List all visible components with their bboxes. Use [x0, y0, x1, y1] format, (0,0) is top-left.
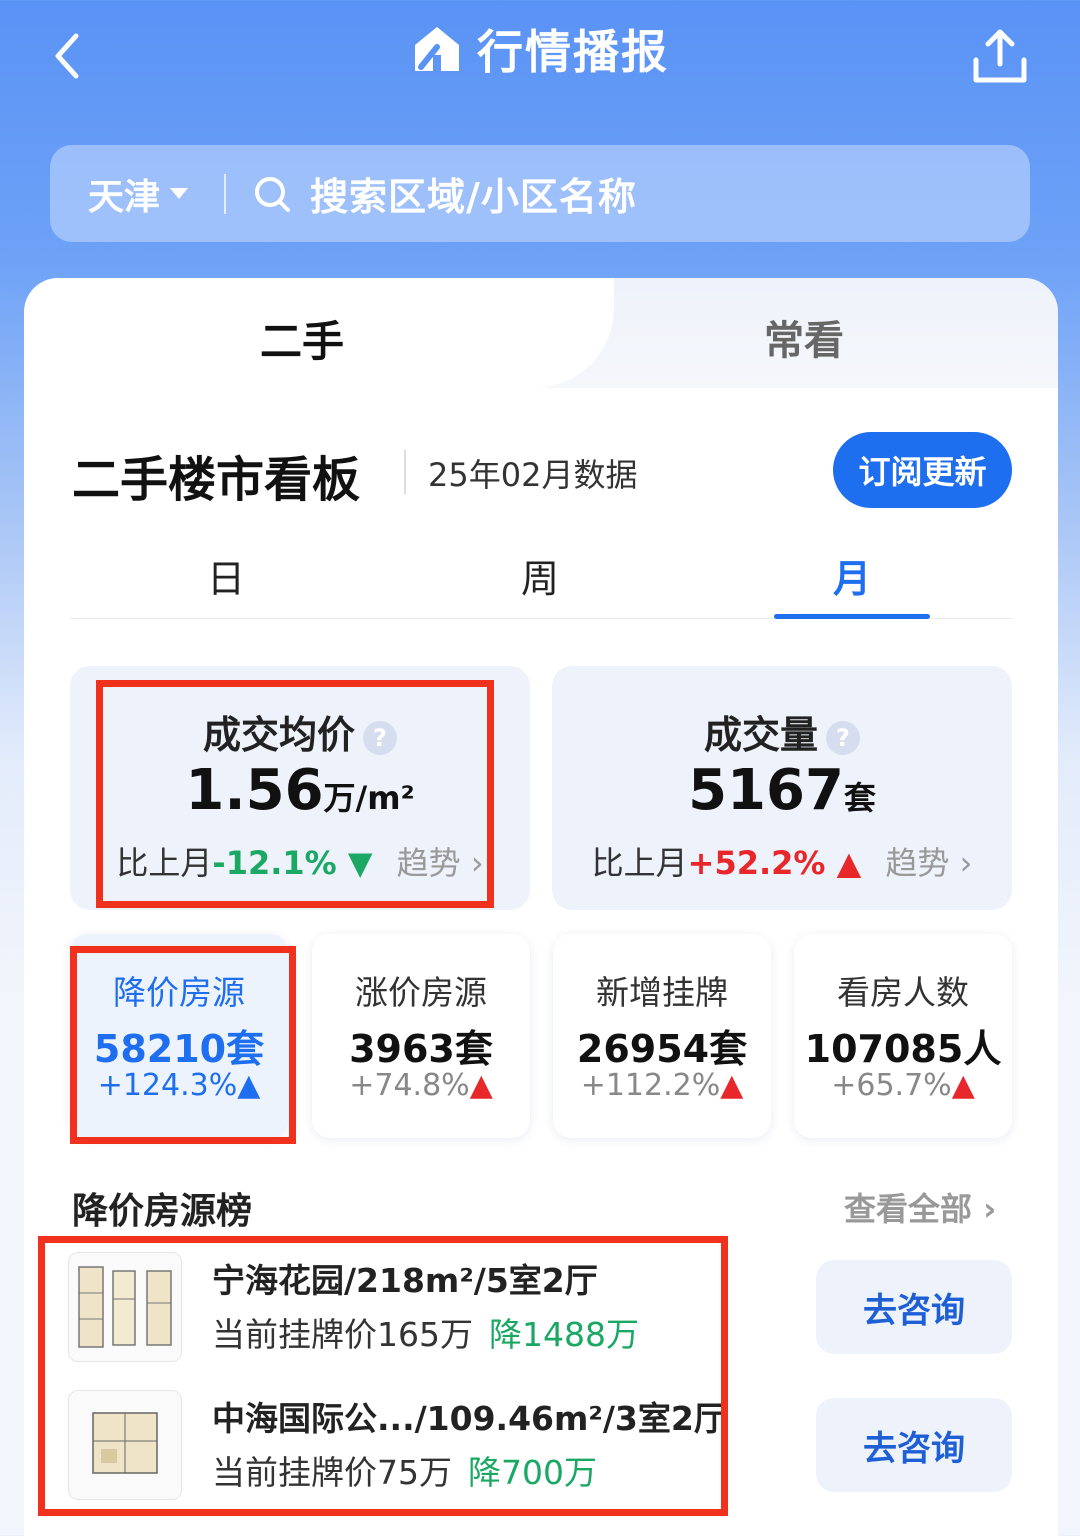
- tab-day[interactable]: 日: [126, 548, 326, 603]
- app-logo-icon: [415, 27, 459, 71]
- search-icon: [255, 176, 291, 212]
- chevron-right-icon: ›: [949, 844, 973, 882]
- consult-button[interactable]: 去咨询: [816, 1398, 1012, 1492]
- tab-second-hand[interactable]: 二手: [202, 308, 402, 369]
- data-date: 25年02月数据: [428, 456, 638, 494]
- stat-title: 成交量?: [552, 704, 1012, 759]
- board-title: 二手楼市看板: [72, 452, 361, 508]
- trend-link[interactable]: 趋势: [885, 844, 949, 882]
- up-triangle-icon: ▲: [951, 1068, 975, 1103]
- help-icon[interactable]: ?: [826, 720, 860, 755]
- annotation-box-avg-price: [96, 680, 494, 908]
- annotation-box-ranking: [38, 1236, 728, 1516]
- up-triangle-icon: ▲: [825, 844, 862, 882]
- divider: [224, 173, 227, 214]
- subscribe-button[interactable]: 订阅更新: [833, 432, 1012, 508]
- ranking-title: 降价房源榜: [72, 1191, 253, 1232]
- annotation-box-price-cut: [70, 946, 296, 1144]
- chevron-down-icon[interactable]: [170, 188, 189, 199]
- up-triangle-icon: ▲: [720, 1068, 744, 1103]
- up-triangle-icon: ▲: [469, 1068, 493, 1103]
- page-title: 行情播报: [477, 25, 669, 79]
- top-bar: 行情播报: [0, 0, 1080, 130]
- active-tab-indicator: [774, 614, 930, 619]
- search-bar[interactable]: 天津 搜索区域/小区名称: [50, 145, 1030, 242]
- chevron-right-icon: ›: [972, 1190, 997, 1228]
- tab-week[interactable]: 周: [440, 548, 640, 603]
- title-group: 行情播报: [0, 14, 1080, 84]
- stat-change: 比上月+52.2% ▲ 趋势 ›: [591, 844, 973, 882]
- city-selector[interactable]: 天津: [88, 168, 160, 220]
- view-all-link[interactable]: 查看全部 ›: [844, 1184, 996, 1230]
- mini-stat-price-rise[interactable]: 涨价房源 3963套 +74.8%▲: [312, 934, 530, 1138]
- search-input[interactable]: 搜索区域/小区名称: [310, 166, 637, 221]
- divider: [404, 450, 406, 494]
- consult-button[interactable]: 去咨询: [816, 1260, 1012, 1354]
- mini-stat-new-listings[interactable]: 新增挂牌 26954套 +112.2%▲: [553, 934, 771, 1138]
- stat-volume[interactable]: 成交量? 5167套 比上月+52.2% ▲ 趋势 ›: [552, 666, 1012, 910]
- tab-frequently-viewed[interactable]: 常看: [704, 308, 904, 366]
- stat-value: 5167套: [688, 758, 876, 823]
- mini-stat-viewers[interactable]: 看房人数 107085人 +65.7%▲: [794, 934, 1012, 1138]
- share-icon[interactable]: [968, 24, 1032, 88]
- tab-month[interactable]: 月: [752, 548, 952, 603]
